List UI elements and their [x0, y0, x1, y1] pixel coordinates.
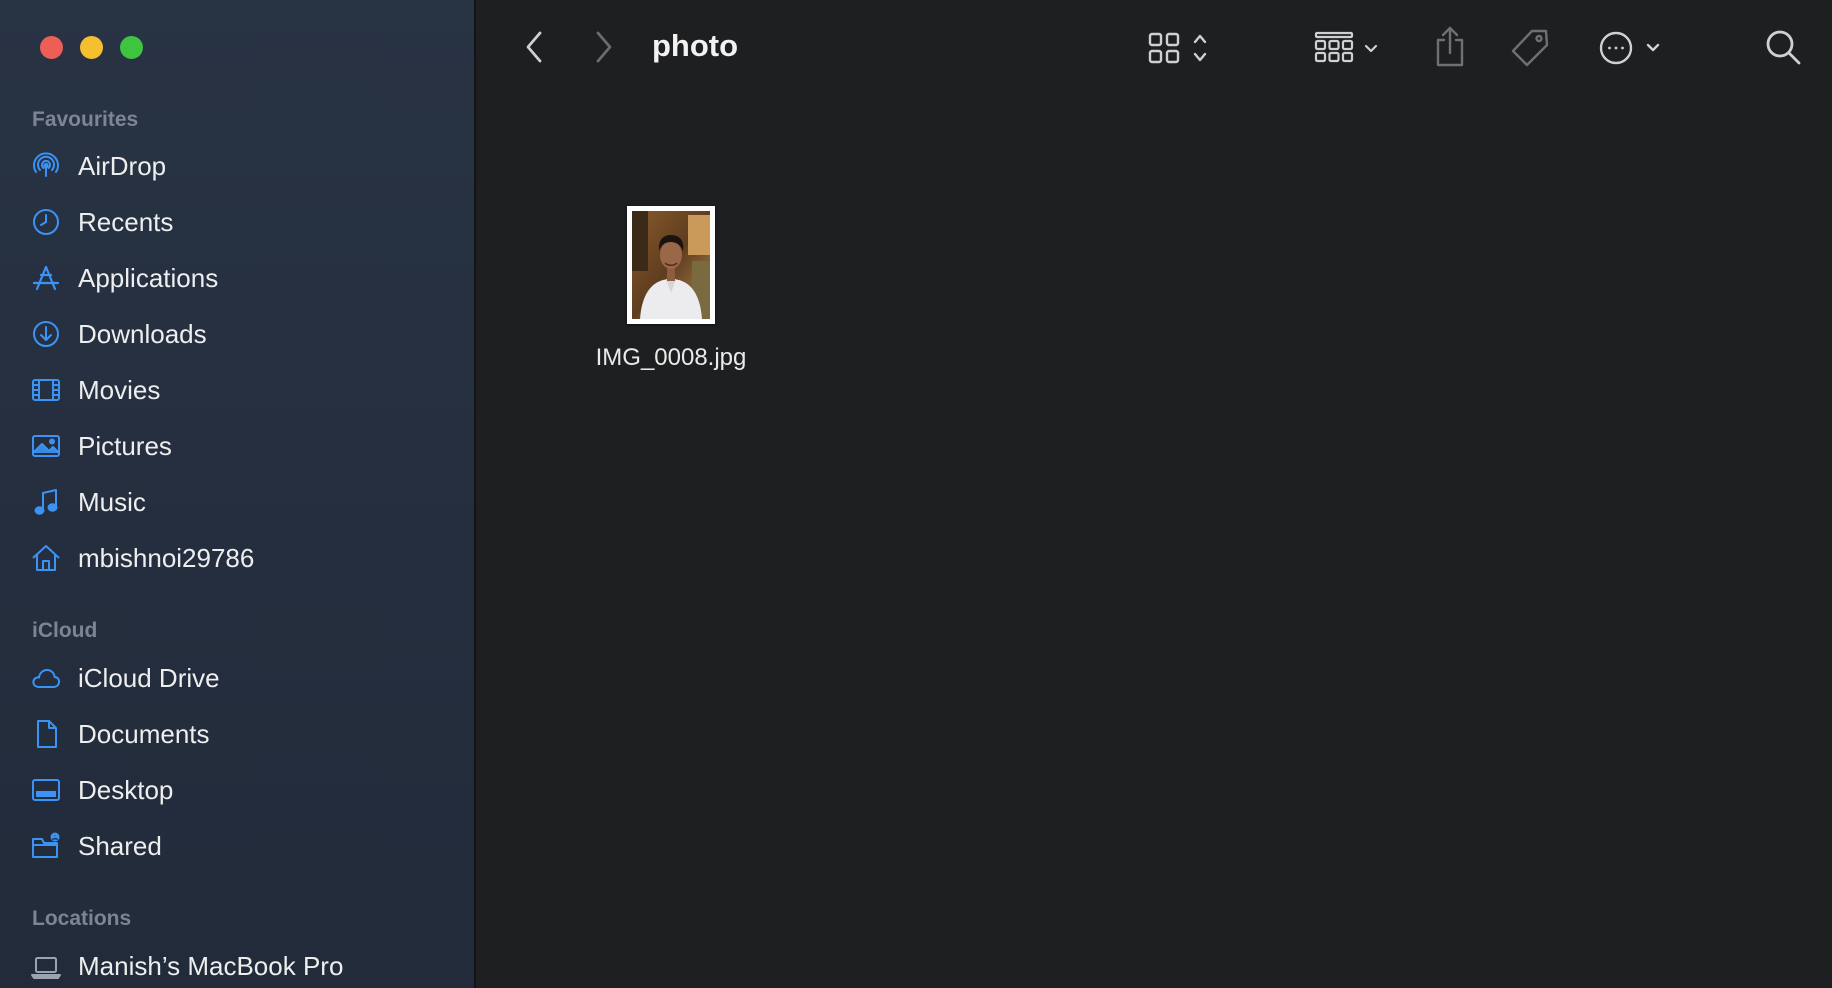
ellipsis-circle-icon — [1599, 31, 1660, 65]
cloud-icon — [26, 658, 66, 698]
sidebar-section-icloud: iCloud — [32, 619, 98, 642]
applications-icon — [26, 258, 66, 298]
sidebar-item-music[interactable]: Music — [26, 477, 466, 527]
sidebar-item-airdrop[interactable]: AirDrop — [26, 141, 466, 191]
group-grid-icon — [1314, 31, 1378, 63]
chevron-left-icon — [526, 31, 542, 63]
search-icon — [1766, 30, 1801, 65]
more-actions-button[interactable] — [1590, 26, 1670, 70]
sidebar-item-macbook[interactable]: Manish’s MacBook Pro — [26, 941, 466, 988]
download-icon — [26, 314, 66, 354]
sidebar-item-label: mbishnoi29786 — [78, 542, 255, 573]
toolbar: photo — [476, 0, 1832, 96]
sidebar-item-label: Downloads — [78, 318, 207, 349]
search-button[interactable] — [1760, 24, 1806, 70]
airdrop-icon — [26, 146, 66, 186]
sidebar-item-label: iCloud Drive — [78, 662, 220, 693]
sidebar-item-home[interactable]: mbishnoi29786 — [26, 533, 466, 583]
sidebar-section-locations: Locations — [32, 907, 132, 930]
laptop-icon — [26, 946, 66, 986]
zoom-window-button[interactable] — [120, 36, 143, 59]
document-icon — [26, 714, 66, 754]
sidebar-item-label: Recents — [78, 206, 174, 237]
share-button[interactable] — [1428, 22, 1472, 72]
sidebar-item-desktop[interactable]: Desktop — [26, 765, 466, 815]
icon-grid-icon — [1148, 32, 1207, 64]
music-note-icon — [26, 482, 66, 522]
sidebar-item-label: Desktop — [78, 774, 174, 805]
close-window-button[interactable] — [40, 36, 63, 59]
photo-icon — [26, 426, 66, 466]
home-icon — [26, 538, 66, 578]
back-button[interactable] — [516, 27, 552, 67]
sidebar-item-label: Pictures — [78, 430, 172, 461]
film-icon — [26, 370, 66, 410]
sidebar-item-recents[interactable]: Recents — [26, 197, 466, 247]
sidebar-item-label: Music — [78, 486, 146, 517]
file-item[interactable]: IMG_0008.jpg — [576, 206, 766, 372]
sidebar-item-applications[interactable]: Applications — [26, 253, 466, 303]
sidebar-item-label: AirDrop — [78, 150, 167, 181]
sidebar: Favourites AirDrop Recents Applications … — [0, 0, 476, 988]
sidebar-item-icloud-drive[interactable]: iCloud Drive — [26, 653, 466, 703]
forward-button[interactable] — [586, 27, 622, 67]
finder-window: Favourites AirDrop Recents Applications … — [0, 0, 1832, 988]
chevron-right-icon — [596, 31, 612, 63]
photo-thumbnail-image — [632, 211, 710, 319]
sidebar-item-label: Manish’s MacBook Pro — [78, 950, 344, 981]
main-content: photo IMG_0008.jpg — [476, 0, 1832, 988]
file-name-label: IMG_0008.jpg — [595, 344, 747, 371]
desktop-icon — [26, 770, 66, 810]
sidebar-item-documents[interactable]: Documents — [26, 709, 466, 759]
view-mode-button[interactable] — [1140, 26, 1228, 70]
sidebar-item-label: Applications — [78, 262, 219, 293]
minimize-window-button[interactable] — [80, 36, 103, 59]
sidebar-section-favourites: Favourites — [32, 108, 139, 131]
sidebar-item-label: Movies — [78, 374, 161, 405]
sidebar-item-downloads[interactable]: Downloads — [26, 309, 466, 359]
share-icon — [1436, 26, 1464, 67]
clock-icon — [26, 202, 66, 242]
tag-icon — [1511, 29, 1549, 67]
tag-button[interactable] — [1506, 24, 1554, 72]
sidebar-item-label: Documents — [78, 718, 210, 749]
window-controls — [40, 36, 143, 59]
folder-title: photo — [652, 28, 739, 63]
file-thumbnail[interactable] — [627, 206, 715, 324]
sidebar-item-movies[interactable]: Movies — [26, 365, 466, 415]
shared-folder-icon — [26, 826, 66, 866]
sidebar-item-label: Shared — [78, 830, 162, 861]
group-button[interactable] — [1306, 26, 1396, 70]
sidebar-item-pictures[interactable]: Pictures — [26, 421, 466, 471]
sidebar-item-shared[interactable]: Shared — [26, 821, 466, 871]
